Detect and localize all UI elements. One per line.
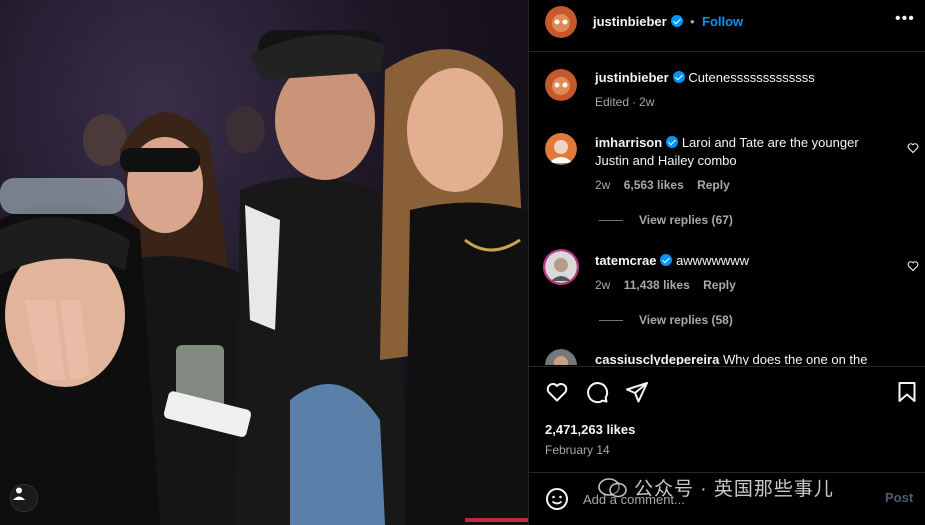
- person-top: [405, 202, 528, 525]
- comment-likes[interactable]: 11,438 likes: [624, 278, 690, 292]
- post-button[interactable]: Post: [885, 490, 913, 505]
- comment-text: tatemcrae awwwwwww: [595, 252, 885, 270]
- comment-avatar[interactable]: [545, 133, 577, 165]
- caption-time: 2w: [639, 95, 655, 109]
- avatar[interactable]: [545, 6, 577, 38]
- comment-username[interactable]: cassiusclydepereira: [595, 352, 719, 365]
- bookmark-icon[interactable]: [895, 380, 919, 404]
- comment-username[interactable]: tatemcrae: [595, 253, 656, 268]
- edited-label: Edited: [595, 95, 630, 109]
- comment-body: Why does the one on the: [722, 352, 868, 365]
- reply-button[interactable]: Reply: [703, 278, 736, 292]
- view-replies-label[interactable]: View replies (58): [639, 313, 733, 327]
- comment-like-heart-icon[interactable]: [907, 260, 919, 272]
- post-photo[interactable]: [0, 0, 528, 525]
- comment-time: 2w: [595, 178, 611, 192]
- caption-text: justinbieber Cutenesssssssssssss: [595, 69, 895, 87]
- photo-progress-bar: [465, 518, 528, 522]
- comment-avatar[interactable]: [545, 349, 577, 365]
- caption-username[interactable]: justinbieber: [595, 70, 669, 85]
- comment-avatar[interactable]: [543, 249, 579, 285]
- follow-button[interactable]: Follow: [702, 14, 743, 29]
- view-replies-label[interactable]: View replies (67): [639, 213, 733, 227]
- comment-icon[interactable]: [585, 380, 609, 404]
- verified-badge-icon: [672, 71, 685, 83]
- bg-person: [225, 106, 265, 154]
- verified-badge-icon: [670, 15, 683, 27]
- comment-meta: 2w 11,438 likes Reply: [595, 278, 746, 292]
- sunglasses: [120, 148, 200, 172]
- replies-divider: [599, 320, 623, 322]
- add-comment-input[interactable]: [583, 488, 863, 510]
- view-replies-button[interactable]: View replies (67): [599, 213, 733, 227]
- more-icon[interactable]: •••: [895, 10, 915, 28]
- post-panel: justinbieber • Follow ••• justinbieber C…: [528, 0, 925, 525]
- comment-text: imharrison Laroi and Tate are the younge…: [595, 134, 885, 170]
- comment-time: 2w: [595, 278, 611, 292]
- comment-username[interactable]: imharrison: [595, 135, 662, 150]
- post-header: justinbieber • Follow •••: [529, 0, 925, 52]
- caption-body: Cutenesssssssssssss: [688, 70, 815, 85]
- smiley-icon[interactable]: [545, 487, 569, 511]
- verified-badge-icon: [660, 254, 673, 266]
- caption-avatar[interactable]: [545, 69, 577, 101]
- verified-badge-icon: [666, 136, 679, 148]
- user-tag-icon[interactable]: [10, 484, 38, 512]
- comment-meta: 2w 6,563 likes Reply: [595, 178, 740, 192]
- avatar-icon: [545, 133, 577, 165]
- post-date: February 14: [545, 443, 610, 457]
- comment-like-heart-icon[interactable]: [907, 142, 919, 154]
- comment-text: cassiusclydepereira Why does the one on …: [595, 351, 915, 365]
- author-name[interactable]: justinbieber: [593, 14, 667, 29]
- add-comment-bar: Post: [529, 472, 925, 525]
- person-face: [407, 68, 503, 192]
- avatar-icon: [545, 69, 577, 101]
- replies-divider: [599, 220, 623, 222]
- reply-button[interactable]: Reply: [697, 178, 730, 192]
- comment-body: awwwwwww: [676, 253, 750, 268]
- heart-icon[interactable]: [545, 380, 569, 404]
- post-actions: 2,471,263 likes February 14: [529, 366, 925, 480]
- hoodie-sleeve: [245, 205, 280, 330]
- goggles: [0, 178, 125, 214]
- author-username[interactable]: justinbieber: [593, 14, 683, 29]
- comments-list[interactable]: justinbieber Cutenesssssssssssss Edited ·…: [529, 53, 925, 365]
- share-icon[interactable]: [625, 380, 649, 404]
- avatar-icon: [545, 251, 577, 283]
- avatar-icon: [545, 349, 577, 365]
- photo-illustration: [0, 30, 528, 525]
- comment-likes[interactable]: 6,563 likes: [624, 178, 684, 192]
- header-separator: •: [690, 14, 695, 29]
- avatar-icon: [545, 6, 577, 38]
- like-count[interactable]: 2,471,263 likes: [545, 422, 635, 437]
- view-replies-button[interactable]: View replies (58): [599, 313, 733, 327]
- caption-meta: Edited · 2w: [595, 95, 655, 109]
